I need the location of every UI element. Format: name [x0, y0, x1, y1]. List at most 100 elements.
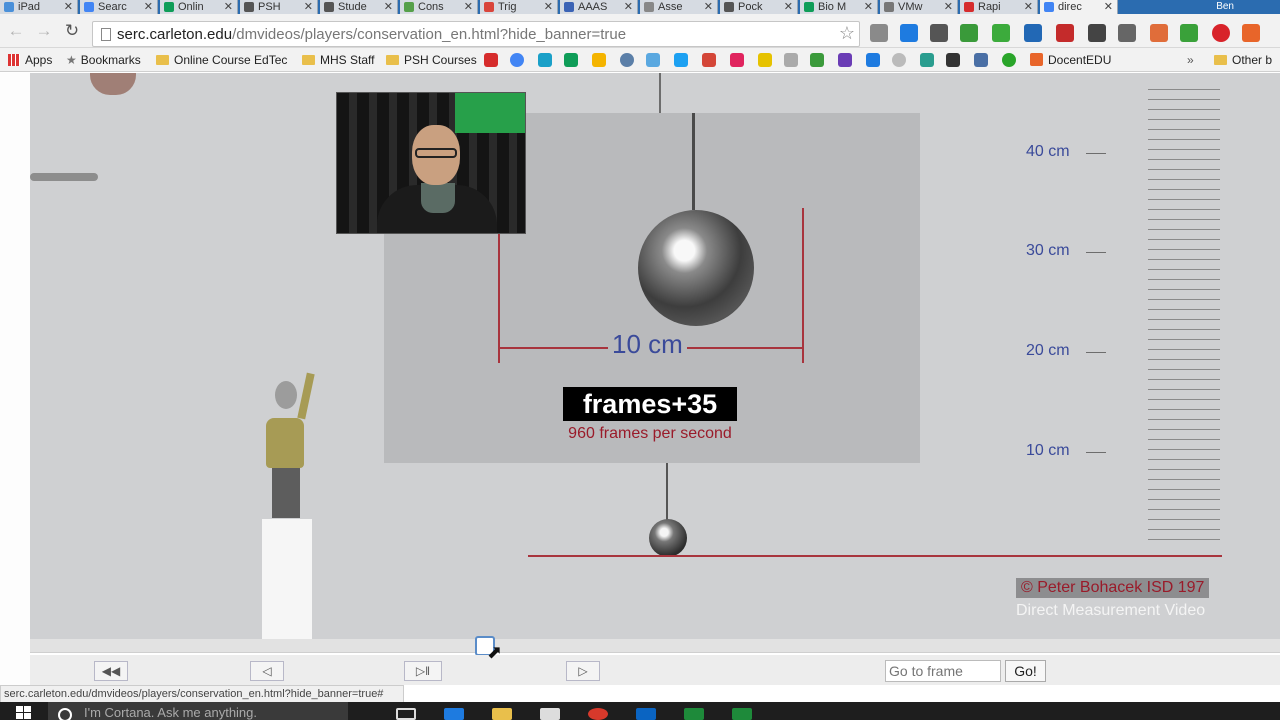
- browser-tab[interactable]: Stude ✕: [320, 0, 398, 14]
- google-icon[interactable]: [510, 53, 524, 67]
- tab-close-icon[interactable]: ✕: [1024, 0, 1033, 14]
- bookmark-apps[interactable]: Apps: [8, 53, 52, 67]
- dimension-label: 10 cm: [608, 329, 687, 360]
- tab-close-icon[interactable]: ✕: [704, 0, 713, 14]
- bookmark-folder[interactable]: MHS Staff: [302, 53, 374, 67]
- reload-icon[interactable]: ↻: [62, 21, 82, 41]
- tab-close-icon[interactable]: ✕: [304, 0, 313, 14]
- bookmark-docentedu[interactable]: DocentEDU: [1030, 53, 1111, 67]
- tab-close-icon[interactable]: ✕: [464, 0, 473, 14]
- pocket-icon[interactable]: [730, 53, 744, 67]
- seek-bar[interactable]: [30, 639, 1280, 653]
- extension-s-icon[interactable]: [1024, 24, 1042, 42]
- taskbar-app-icon[interactable]: [684, 708, 704, 720]
- tab-close-icon[interactable]: ✕: [864, 0, 873, 14]
- tab-close-icon[interactable]: ✕: [784, 0, 793, 14]
- store-icon[interactable]: [540, 708, 560, 720]
- tab-favicon-icon: [884, 2, 894, 12]
- taskbar-app-icon[interactable]: [732, 708, 752, 720]
- bookmark-other[interactable]: Other b: [1214, 53, 1272, 67]
- browser-tab[interactable]: Asse ✕: [640, 0, 718, 14]
- edge-icon[interactable]: [444, 708, 464, 720]
- bookmark-icon[interactable]: [810, 53, 824, 67]
- pocket-icon[interactable]: [1118, 24, 1136, 42]
- step-back-button[interactable]: ◁: [250, 661, 284, 681]
- extension-icon[interactable]: [1056, 24, 1074, 42]
- opera-icon[interactable]: [1212, 24, 1230, 42]
- bookmark-icon[interactable]: [592, 53, 606, 67]
- browser-tab[interactable]: Searc ✕: [80, 0, 158, 14]
- browser-tab[interactable]: Rapi ✕: [960, 0, 1038, 14]
- evernote-icon[interactable]: [1180, 24, 1198, 42]
- gmail-icon[interactable]: [702, 53, 716, 67]
- twitter-icon[interactable]: [674, 53, 688, 67]
- bookmark-folder[interactable]: Online Course EdTech: [156, 53, 288, 67]
- file-explorer-icon[interactable]: [492, 708, 512, 720]
- bookmark-icon[interactable]: [758, 53, 772, 67]
- extension-icon[interactable]: [1088, 24, 1106, 42]
- drive-icon[interactable]: [564, 53, 578, 67]
- browser-tab[interactable]: VMw ✕: [880, 0, 958, 14]
- browser-tab[interactable]: Trig ✕: [480, 0, 558, 14]
- browser-tab[interactable]: Pock ✕: [720, 0, 798, 14]
- tab-close-icon[interactable]: ✕: [144, 0, 153, 14]
- extension-icon[interactable]: [1242, 24, 1260, 42]
- bookmark-bookmarks[interactable]: ★ Bookmarks: [66, 53, 141, 67]
- bookmark-icon[interactable]: [892, 53, 906, 67]
- tab-close-icon[interactable]: ✕: [944, 0, 953, 14]
- go-to-frame-input[interactable]: [885, 660, 1001, 682]
- task-view-icon[interactable]: [396, 708, 416, 720]
- tab-close-icon[interactable]: ✕: [64, 0, 73, 14]
- extension-icon[interactable]: [992, 24, 1010, 42]
- bookmark-icon[interactable]: [920, 53, 934, 67]
- tab-favicon-icon: [84, 2, 94, 12]
- browser-tab[interactable]: PSH ✕: [240, 0, 318, 14]
- extension-icon[interactable]: [870, 24, 888, 42]
- bookmark-icon[interactable]: [866, 53, 880, 67]
- extension-icon[interactable]: [1150, 24, 1168, 42]
- bookmark-icon[interactable]: [838, 53, 852, 67]
- tab-close-icon[interactable]: ✕: [624, 0, 633, 14]
- extension-icon[interactable]: [930, 24, 948, 42]
- browser-tab[interactable]: Cons ✕: [400, 0, 478, 14]
- skip-to-start-button[interactable]: ◀◀: [94, 661, 128, 681]
- outlook-icon[interactable]: [636, 708, 656, 720]
- scale-tick: [1086, 352, 1106, 353]
- bookmark-icon[interactable]: [946, 53, 960, 67]
- forward-icon[interactable]: →: [34, 21, 54, 41]
- browser-tab[interactable]: AAAS ✕: [560, 0, 638, 14]
- cortana-search-box[interactable]: I'm Cortana. Ask me anything.: [48, 702, 348, 722]
- bookmark-icon[interactable]: [538, 53, 552, 67]
- bookmark-star-icon[interactable]: ☆: [839, 23, 855, 44]
- address-bar[interactable]: serc.carleton.edu/dmvideos/players/conse…: [92, 21, 860, 47]
- tab-close-icon[interactable]: ✕: [544, 0, 553, 14]
- bookmark-icon[interactable]: [484, 53, 498, 67]
- browser-tab[interactable]: direc ✕: [1040, 0, 1118, 14]
- bookmark-icon[interactable]: [784, 53, 798, 67]
- tab-close-icon[interactable]: ✕: [224, 0, 233, 14]
- video-frame[interactable]: 10 cm frames+35 960 frames per second 40…: [30, 73, 1280, 639]
- windows-start-icon[interactable]: [16, 706, 32, 720]
- bookmark-icon[interactable]: [646, 53, 660, 67]
- bookmark-icon[interactable]: [1002, 53, 1016, 67]
- extension-icon[interactable]: [960, 24, 978, 42]
- browser-tab[interactable]: iPad ✕: [0, 0, 78, 14]
- browser-tab[interactable]: Bio M ✕: [800, 0, 878, 14]
- bookmarks-overflow-icon[interactable]: »: [1187, 53, 1194, 67]
- ruler-tick: [1148, 479, 1220, 480]
- step-forward-button[interactable]: ▷: [566, 661, 600, 681]
- bookmark-icon[interactable]: [974, 53, 988, 67]
- profile-name[interactable]: Ben: [1210, 0, 1240, 14]
- tab-close-icon[interactable]: ✕: [1104, 0, 1113, 14]
- tab-close-icon[interactable]: ✕: [384, 0, 393, 14]
- play-pause-button[interactable]: ▷‖: [404, 661, 442, 681]
- extension-d-icon[interactable]: [900, 24, 918, 42]
- bookmark-icon[interactable]: [620, 53, 634, 67]
- chrome-icon[interactable]: [588, 708, 608, 720]
- url-text[interactable]: serc.carleton.edu/dmvideos/players/conse…: [117, 26, 626, 43]
- bookmark-folder[interactable]: PSH Courses: [386, 53, 477, 67]
- go-button[interactable]: Go!: [1005, 660, 1046, 682]
- baseline: [528, 555, 1222, 557]
- browser-tab[interactable]: Onlin ✕: [160, 0, 238, 14]
- back-icon[interactable]: ←: [6, 21, 26, 41]
